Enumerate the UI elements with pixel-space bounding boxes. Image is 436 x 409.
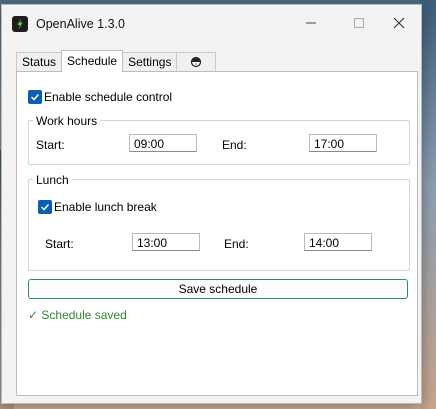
work-end-input[interactable]: 17:00 [309, 134, 377, 152]
save-schedule-button[interactable]: Save schedule [28, 279, 408, 299]
lunch-group [28, 179, 410, 271]
tab-schedule[interactable]: Schedule [61, 50, 124, 72]
lunch-start-label: Start: [45, 237, 74, 251]
checkmark-icon [30, 93, 40, 101]
window-title: OpenAlive 1.3.0 [36, 17, 125, 31]
title-bar[interactable]: OpenAlive 1.3.0 [2, 5, 421, 43]
maximize-button[interactable] [337, 5, 381, 41]
enable-schedule-label[interactable]: Enable schedule control [44, 90, 172, 104]
tab-status-label: Status [22, 55, 57, 69]
enable-lunch-label[interactable]: Enable lunch break [54, 200, 157, 214]
tab-bar: Status Schedule Settings [16, 50, 217, 72]
checkmark-icon [40, 203, 50, 211]
tab-settings[interactable]: Settings [122, 52, 178, 71]
work-end-label: End: [222, 138, 247, 152]
lunch-end-label: End: [224, 237, 249, 251]
desktop-background-right [420, 0, 436, 409]
palette-icon [191, 56, 202, 68]
tab-status[interactable]: Status [16, 52, 63, 71]
lunch-end-input[interactable]: 14:00 [304, 233, 372, 251]
schedule-panel: Enable schedule control Work hours Start… [16, 71, 418, 396]
save-status-text: ✓ Schedule saved [28, 308, 127, 322]
work-hours-title: Work hours [33, 114, 101, 128]
tab-schedule-label: Schedule [67, 54, 118, 68]
tab-appearance[interactable] [176, 52, 217, 71]
maximize-icon [354, 18, 364, 28]
work-start-input[interactable]: 09:00 [129, 134, 197, 152]
app-window: OpenAlive 1.3.0 Status Schedule Settings [1, 4, 422, 404]
close-icon [393, 17, 405, 29]
minimize-icon [306, 22, 316, 24]
enable-schedule-checkbox[interactable] [28, 90, 42, 104]
tab-settings-label: Settings [128, 55, 172, 69]
lunch-start-input[interactable]: 13:00 [132, 233, 200, 251]
app-logo-icon [12, 16, 28, 32]
work-start-label: Start: [36, 138, 65, 152]
lunch-title: Lunch [33, 173, 72, 187]
enable-lunch-checkbox[interactable] [38, 200, 52, 214]
close-button[interactable] [377, 5, 421, 41]
minimize-button[interactable] [289, 5, 333, 41]
